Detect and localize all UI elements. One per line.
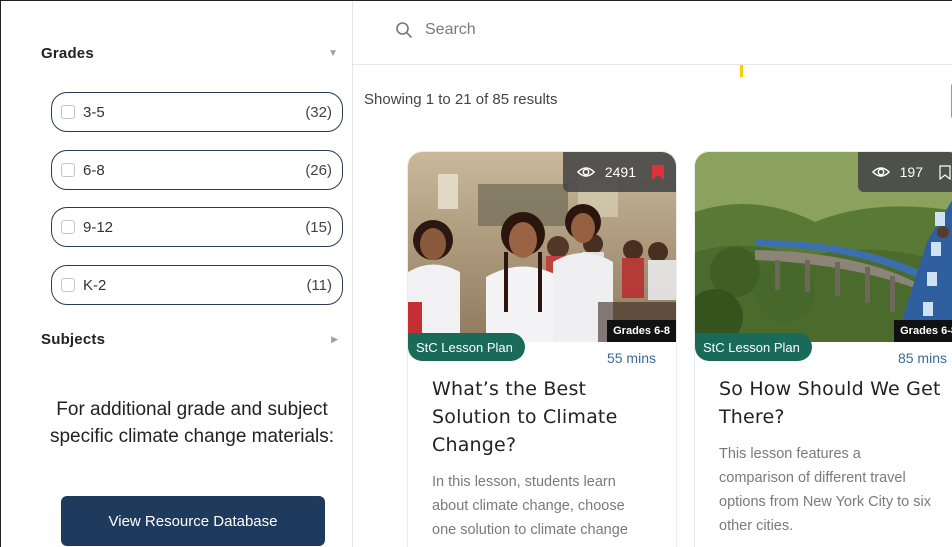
lesson-type-tag: StC Lesson Plan (695, 333, 812, 361)
accent-marker (740, 65, 743, 77)
eye-icon (576, 167, 595, 177)
filter-sidebar: Grades ▼ 3-5 (32) 6-8 (26) 9-12 (15) K-2… (1, 1, 353, 547)
grade-filter-3-5[interactable]: 3-5 (32) (51, 92, 343, 132)
grade-filter-6-8[interactable]: 6-8 (26) (51, 150, 343, 190)
results-panel: Showing 1 to 21 of 85 results (353, 1, 952, 547)
grade-filter-9-12[interactable]: 9-12 (15) (51, 207, 343, 247)
card-title[interactable]: So How Should We Get There? (719, 375, 949, 431)
grades-filter-header[interactable]: Grades ▼ (41, 45, 340, 62)
grade-filter-label: K-2 (83, 276, 107, 294)
eye-icon (871, 167, 890, 177)
lesson-card[interactable]: 197 Grades 6-8 StC Lesson Plan 85 mins S… (695, 152, 952, 547)
view-count: 2491 (604, 164, 636, 180)
card-stats: 197 (857, 152, 952, 192)
grade-filter-label: 3-5 (83, 103, 105, 121)
grade-filter-count: (15) (305, 218, 332, 236)
caret-right-icon[interactable]: ▶ (331, 334, 338, 345)
lesson-duration: 85 mins (897, 350, 947, 366)
view-count: 197 (899, 164, 923, 180)
promo-text: For additional grade and subject specifi… (49, 399, 335, 447)
checkbox[interactable] (61, 105, 75, 119)
grade-filter-label: 9-12 (83, 218, 114, 236)
subjects-filter-header[interactable]: Subjects ▶ (41, 331, 340, 348)
grade-filter-count: (26) (305, 161, 332, 179)
page: Grades ▼ 3-5 (32) 6-8 (26) 9-12 (15) K-2… (0, 0, 952, 547)
card-stats: 2491 (562, 152, 676, 192)
checkbox[interactable] (61, 163, 75, 177)
bookmark-icon[interactable] (652, 164, 664, 180)
grade-filter-count: (32) (305, 103, 332, 121)
grade-filter-count: (11) (306, 276, 332, 294)
card-image: 2491 Grades 6-8 (408, 152, 676, 342)
grade-filter-label: 6-8 (83, 161, 105, 179)
lesson-type-tag: StC Lesson Plan (408, 333, 525, 361)
grades-filter-title: Grades (41, 45, 94, 62)
card-description: This lesson features a comparison of dif… (719, 446, 931, 534)
grade-tag: Grades 6-8 (894, 320, 952, 342)
checkbox[interactable] (61, 278, 75, 292)
search-input[interactable] (425, 20, 725, 39)
checkbox[interactable] (61, 220, 75, 234)
caret-down-icon[interactable]: ▼ (328, 48, 338, 59)
search-icon (396, 21, 412, 38)
bookmark-icon[interactable] (939, 164, 951, 180)
card-image: 197 Grades 6-8 (695, 152, 952, 342)
lesson-duration: 55 mins (606, 350, 656, 366)
card-description: In this lesson, students learn about cli… (432, 474, 628, 538)
grade-filter-k-2[interactable]: K-2 (11) (51, 265, 343, 305)
results-count: Showing 1 to 21 of 85 results (364, 91, 558, 108)
grade-tag: Grades 6-8 (607, 320, 676, 342)
lesson-card[interactable]: 2491 Grades 6-8 StC Lesson Plan 55 mins … (408, 152, 676, 547)
search-bar (353, 1, 952, 65)
card-title[interactable]: What’s the Best Solution to Climate Chan… (432, 375, 662, 459)
view-resource-database-button[interactable]: View Resource Database (61, 496, 325, 546)
subjects-filter-title: Subjects (41, 331, 106, 348)
